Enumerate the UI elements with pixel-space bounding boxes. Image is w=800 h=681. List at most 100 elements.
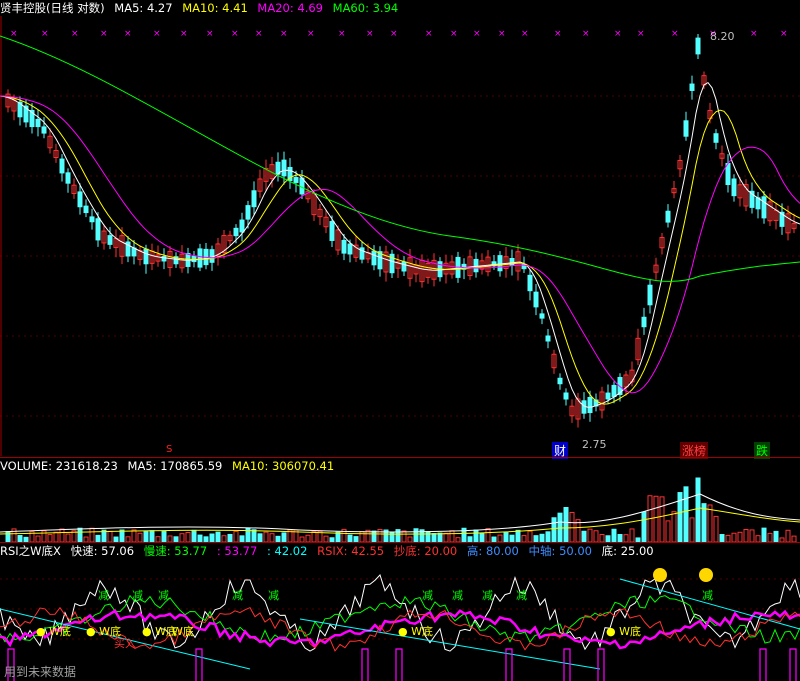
rsi-signal-pillar — [759, 648, 767, 681]
signal-mark: × — [780, 29, 788, 39]
candle-body — [89, 216, 95, 223]
candle-body — [563, 392, 569, 400]
signal-mark: × — [307, 29, 315, 39]
rsi-mid-legend: 中轴: 50.00 — [528, 544, 592, 558]
signal-mark: × — [231, 29, 239, 39]
rsi-chart-panel[interactable]: 减 减 减 减 减 减 减 减 减 减 ● W底 ● W底 ● W底 W底 ● … — [0, 559, 800, 681]
candle-body — [371, 250, 377, 266]
volume-bar — [425, 531, 431, 542]
volume-bar — [707, 504, 713, 542]
signal-mark: × — [255, 29, 263, 39]
volume-chart[interactable] — [0, 474, 800, 542]
signal-mark: × — [671, 29, 679, 39]
candle-body — [233, 227, 239, 237]
signal-mark: × — [100, 29, 108, 39]
candle-body — [347, 243, 353, 255]
volume-bar — [713, 515, 719, 542]
ma10-legend: MA10: 4.41 — [182, 1, 248, 15]
volume-bar — [671, 511, 677, 542]
volume-bar — [587, 528, 593, 542]
volume-bar — [641, 511, 647, 542]
volume-bar — [209, 533, 215, 542]
candle-body — [539, 313, 545, 319]
volume-bar — [179, 533, 185, 542]
volume-bar — [107, 530, 113, 542]
rsi-signal-pillar — [789, 648, 797, 681]
candlestick-chart[interactable]: × × × × × × × × × × × × × × × × × × × × × × × × × × × × — [0, 16, 800, 456]
candle-body — [473, 258, 479, 273]
volume-bar — [737, 531, 743, 542]
volume-bar — [743, 528, 749, 542]
candle-body — [545, 335, 551, 342]
rsi-low-legend: 底: 25.00 — [601, 544, 654, 558]
stock-title: 贤丰控股(日线 对数) — [0, 1, 105, 15]
signal-mark: × — [425, 29, 433, 39]
volume-bar — [515, 529, 521, 542]
jian-marker: 减 — [702, 589, 713, 602]
rsi-indicator-chart[interactable] — [0, 559, 800, 681]
volume-bar — [137, 532, 143, 542]
candle-body — [239, 219, 245, 233]
jian-marker: 减 — [516, 589, 527, 602]
volume-bar — [617, 533, 623, 542]
volume-bar — [11, 528, 17, 542]
volume-bar — [437, 532, 443, 542]
candle-body — [587, 396, 593, 414]
volume-bar — [761, 527, 767, 542]
jian-marker: 减 — [98, 589, 109, 602]
w-bottom-marker: ● W底 — [398, 625, 433, 638]
volume-bar — [785, 529, 791, 542]
high-price-label: 8.20 — [710, 30, 735, 43]
signal-mark: × — [366, 29, 374, 39]
signal-mark: × — [280, 29, 288, 39]
signal-mark: × — [450, 29, 458, 39]
volume-bar — [569, 511, 575, 542]
signal-mark: × — [41, 29, 49, 39]
volume-ma5-legend: MA5: 170865.59 — [127, 459, 223, 473]
volume-bar — [479, 532, 485, 542]
volume-bar — [149, 530, 155, 542]
volume-chart-panel[interactable] — [0, 474, 800, 542]
volume-bar — [263, 531, 269, 542]
rsi-signal-pillar — [395, 648, 403, 681]
candle-body — [59, 158, 65, 174]
signal-mark: × — [124, 29, 132, 39]
price-header: 贤丰控股(日线 对数) MA5: 4.27 MA10: 4.41 MA20: 4… — [0, 0, 800, 16]
candle-body — [581, 400, 587, 414]
rsi-v3-legend: : 53.77 — [216, 544, 258, 558]
rsi-signal-pillar — [195, 648, 203, 681]
volume-bar — [305, 534, 311, 542]
candle-body — [497, 255, 503, 272]
volume-bar — [719, 534, 725, 542]
signal-mark: × — [554, 29, 562, 39]
volume-legend: VOLUME: 231618.23 — [0, 459, 118, 473]
volume-bar — [551, 517, 557, 542]
volume-bar — [227, 533, 233, 542]
volume-bar — [725, 534, 731, 542]
volume-bar — [773, 530, 779, 542]
signal-mark: × — [206, 29, 214, 39]
volume-header: VOLUME: 231618.23 MA5: 170865.59 MA10: 3… — [0, 458, 800, 474]
signal-mark: × — [338, 29, 346, 39]
candle-body — [245, 205, 251, 220]
candle-body — [695, 37, 701, 55]
candle-body — [683, 120, 689, 137]
rsi-header: RSI之W底X 快速: 57.06 慢速: 53.77 : 53.77 : 42… — [0, 543, 800, 559]
jian-marker: 减 — [268, 589, 279, 602]
volume-bar — [581, 530, 587, 542]
jian-marker: 减 — [158, 589, 169, 602]
candle-body — [401, 261, 407, 272]
signal-mark: × — [614, 29, 622, 39]
volume-bar — [683, 486, 689, 542]
volume-bar — [539, 533, 545, 542]
volume-bar — [767, 532, 773, 542]
volume-bar — [89, 527, 95, 542]
volume-bar — [593, 530, 599, 542]
volume-bar — [53, 531, 59, 542]
volume-bar — [527, 530, 533, 542]
volume-bar — [623, 534, 629, 542]
rsi-signal-pillar — [361, 648, 369, 681]
price-chart-panel[interactable]: × × × × × × × × × × × × × × × × × × × × × × × × × × × × 8.20 2.75 财… — [0, 16, 800, 459]
rsi-signal-pillar — [597, 648, 605, 681]
volume-bar — [431, 533, 437, 542]
